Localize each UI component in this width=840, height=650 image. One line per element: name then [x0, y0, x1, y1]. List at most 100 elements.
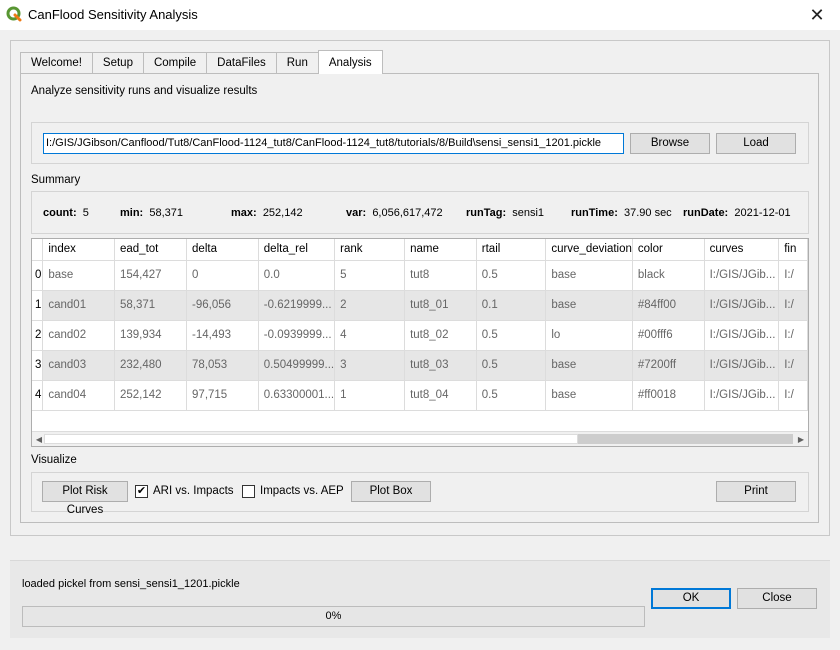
table-cell[interactable]: 0 [186, 260, 259, 291]
table-cell[interactable]: -0.6219999... [258, 290, 336, 321]
scrollbar-track[interactable] [578, 434, 793, 444]
load-button[interactable]: Load [716, 133, 796, 154]
table-cell[interactable]: I:/GIS/JGib... [704, 290, 780, 321]
print-button[interactable]: Print [716, 481, 796, 502]
column-header[interactable]: delta [186, 239, 259, 261]
table-cell[interactable]: I:/GIS/JGib... [704, 350, 780, 381]
table-cell[interactable]: cand01 [42, 290, 115, 321]
table-cell[interactable]: 252,142 [114, 380, 188, 411]
tab-analysis[interactable]: Analysis [317, 50, 383, 74]
table-cell[interactable]: I:/ [778, 320, 808, 351]
table-cell[interactable]: #84ff00 [632, 290, 705, 321]
table-cell[interactable]: tut8_04 [404, 380, 477, 411]
row-header[interactable]: 0 [32, 260, 44, 291]
table-cell[interactable]: 0.5 [476, 260, 547, 291]
table-cell[interactable]: 3 [334, 350, 406, 381]
tab-run[interactable]: Run [275, 52, 319, 74]
table-cell[interactable]: tut8 [404, 260, 477, 291]
ok-button[interactable]: OK [651, 588, 731, 609]
table-cell[interactable]: 154,427 [114, 260, 188, 291]
table-row[interactable]: 0 base 154,427 0 0.0 5 tut8 0.5 base bla… [32, 260, 808, 291]
table-cell[interactable]: 139,934 [114, 320, 188, 351]
horizontal-scrollbar[interactable]: ◀ ▶ [32, 431, 808, 446]
corner-cell[interactable] [32, 239, 44, 261]
table-cell[interactable]: 97,715 [186, 380, 259, 411]
table-cell[interactable]: 0.5 [476, 320, 547, 351]
row-header[interactable]: 2 [32, 320, 44, 351]
table-cell[interactable]: cand02 [42, 320, 115, 351]
row-header[interactable]: 4 [32, 380, 44, 411]
column-header[interactable]: rank [334, 239, 406, 261]
table-row[interactable]: 4 cand04 252,142 97,715 0.63300001... 1 … [32, 380, 808, 411]
column-header[interactable]: rtail [476, 239, 547, 261]
table-cell[interactable]: 2 [334, 290, 406, 321]
table-cell[interactable]: black [632, 260, 705, 291]
table-cell[interactable]: #ff0018 [632, 380, 705, 411]
table-row[interactable]: 1 cand01 58,371 -96,056 -0.6219999... 2 … [32, 290, 808, 321]
table-cell[interactable]: base [42, 260, 115, 291]
table-cell[interactable]: 0.1 [476, 290, 547, 321]
table-cell[interactable]: -96,056 [186, 290, 259, 321]
scroll-right-icon[interactable]: ▶ [795, 433, 807, 446]
scrollbar-thumb[interactable] [44, 434, 578, 444]
close-button[interactable]: Close [737, 588, 817, 609]
table-cell[interactable]: #7200ff [632, 350, 705, 381]
table-cell[interactable]: #00fff6 [632, 320, 705, 351]
tab-welcome[interactable]: Welcome! [20, 52, 93, 74]
table-cell[interactable]: cand03 [42, 350, 115, 381]
table-cell[interactable]: 1 [334, 380, 406, 411]
table-cell[interactable]: lo [545, 320, 633, 351]
plot-risk-curves-button[interactable]: Plot Risk Curves [42, 481, 128, 516]
table-cell[interactable]: I:/GIS/JGib... [704, 320, 780, 351]
table-cell[interactable]: base [545, 290, 633, 321]
results-table[interactable]: index ead_tot delta delta_rel rank name … [31, 238, 809, 447]
table-cell[interactable]: I:/GIS/JGib... [704, 380, 780, 411]
column-header[interactable]: ead_tot [114, 239, 188, 261]
column-header[interactable]: curve_deviation [545, 239, 633, 261]
column-header[interactable]: name [404, 239, 477, 261]
table-cell[interactable]: 0.5 [476, 380, 547, 411]
table-cell[interactable]: 0.63300001... [258, 380, 336, 411]
table-cell[interactable]: I:/ [778, 380, 808, 411]
table-cell[interactable]: I:/ [778, 290, 808, 321]
table-cell[interactable]: 4 [334, 320, 406, 351]
table-cell[interactable]: base [545, 350, 633, 381]
window-title: CanFlood Sensitivity Analysis [28, 7, 198, 22]
row-header[interactable]: 1 [32, 290, 44, 321]
column-header[interactable]: color [632, 239, 705, 261]
close-window-icon[interactable]: ✕ [804, 4, 830, 26]
table-cell[interactable]: base [545, 380, 633, 411]
table-cell[interactable]: 78,053 [186, 350, 259, 381]
column-header[interactable]: index [42, 239, 115, 261]
impacts-vs-aep-checkbox[interactable] [242, 485, 255, 498]
table-cell[interactable]: 0.5 [476, 350, 547, 381]
table-row[interactable]: 3 cand03 232,480 78,053 0.50499999... 3 … [32, 350, 808, 381]
table-cell[interactable]: I:/ [778, 260, 808, 291]
column-header[interactable]: delta_rel [258, 239, 336, 261]
table-cell[interactable]: 0.50499999... [258, 350, 336, 381]
ari-vs-impacts-checkbox[interactable]: ✔ [135, 485, 148, 498]
tab-datafiles[interactable]: DataFiles [206, 52, 277, 74]
pickle-path-input[interactable]: I:/GIS/JGibson/Canflood/Tut8/CanFlood-11… [43, 133, 624, 154]
tab-setup[interactable]: Setup [91, 52, 144, 74]
table-cell[interactable]: base [545, 260, 633, 291]
table-cell[interactable]: tut8_01 [404, 290, 477, 321]
table-cell[interactable]: I:/GIS/JGib... [704, 260, 780, 291]
table-cell[interactable]: 58,371 [114, 290, 188, 321]
table-cell[interactable]: cand04 [42, 380, 115, 411]
table-row[interactable]: 2 cand02 139,934 -14,493 -0.0939999... 4… [32, 320, 808, 351]
plot-box-button[interactable]: Plot Box [351, 481, 431, 502]
table-cell[interactable]: tut8_02 [404, 320, 477, 351]
table-cell[interactable]: 0.0 [258, 260, 336, 291]
table-cell[interactable]: -14,493 [186, 320, 259, 351]
column-header[interactable]: curves [704, 239, 780, 261]
browse-button[interactable]: Browse [630, 133, 710, 154]
table-cell[interactable]: 5 [334, 260, 406, 291]
table-cell[interactable]: -0.0939999... [258, 320, 336, 351]
column-header[interactable]: fin [778, 239, 808, 261]
table-cell[interactable]: I:/ [778, 350, 808, 381]
tab-compile[interactable]: Compile [142, 52, 208, 74]
table-cell[interactable]: tut8_03 [404, 350, 477, 381]
row-header[interactable]: 3 [32, 350, 44, 381]
table-cell[interactable]: 232,480 [114, 350, 188, 381]
